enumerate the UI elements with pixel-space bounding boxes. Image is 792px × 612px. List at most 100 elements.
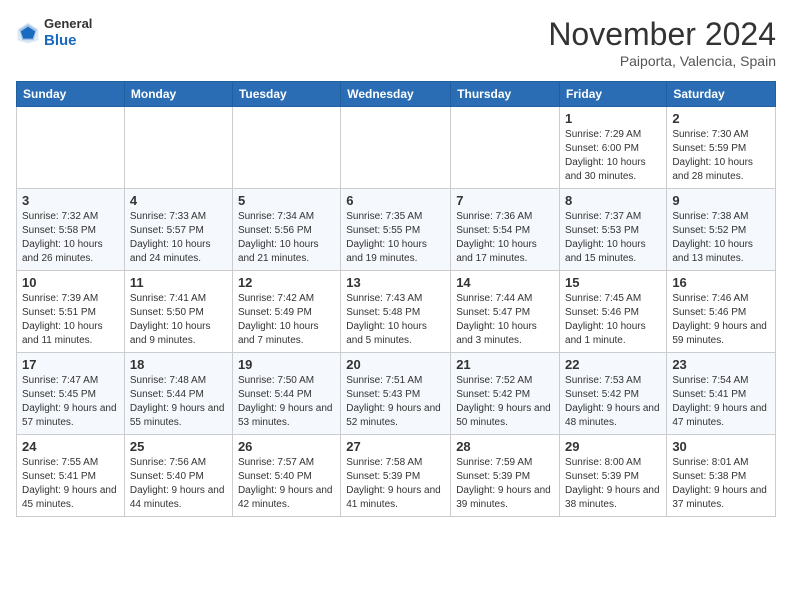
day-info: Sunrise: 7:44 AM Sunset: 5:47 PM Dayligh…	[456, 292, 554, 348]
day-info: Sunrise: 8:00 AM Sunset: 5:39 PM Dayligh…	[565, 456, 661, 512]
day-info: Sunrise: 7:56 AM Sunset: 5:40 PM Dayligh…	[130, 456, 227, 512]
col-header-tuesday: Tuesday	[232, 82, 340, 107]
day-cell: 8 Sunrise: 7:37 AM Sunset: 5:53 PM Daylig…	[560, 189, 667, 271]
day-number: 17	[22, 357, 119, 372]
day-cell: 26Sunrise: 7:57 AM Sunset: 5:40 PM Dayli…	[232, 435, 340, 517]
month-title: November 2024	[548, 16, 776, 53]
day-info: Sunrise: 7:55 AM Sunset: 5:41 PM Dayligh…	[22, 456, 119, 512]
day-number: 10	[22, 275, 119, 290]
day-cell: 23 Sunrise: 7:54 AM Sunset: 5:41 PM Dayli…	[667, 353, 776, 435]
day-info: Sunrise: 7:36 AM Sunset: 5:54 PM Dayligh…	[456, 210, 554, 266]
week-row-0: 1 Sunrise: 7:29 AM Sunset: 6:00 PM Daylig…	[17, 107, 776, 189]
day-number: 28	[456, 439, 554, 454]
day-number: 18	[130, 357, 227, 372]
day-info: Sunrise: 7:45 AM Sunset: 5:46 PM Dayligh…	[565, 292, 661, 348]
day-info: Sunrise: 7:54 AM Sunset: 5:41 PM Dayligh…	[672, 374, 770, 430]
day-number: 8	[565, 193, 661, 208]
day-cell: 7 Sunrise: 7:36 AM Sunset: 5:54 PM Daylig…	[451, 189, 560, 271]
day-number: 21	[456, 357, 554, 372]
title-block: November 2024 Paiporta, Valencia, Spain	[548, 16, 776, 69]
week-row-3: 17 Sunrise: 7:47 AM Sunset: 5:45 PM Dayli…	[17, 353, 776, 435]
header-row: SundayMondayTuesdayWednesdayThursdayFrid…	[17, 82, 776, 107]
col-header-thursday: Thursday	[451, 82, 560, 107]
day-cell: 24 Sunrise: 7:55 AM Sunset: 5:41 PM Dayli…	[17, 435, 125, 517]
day-number: 30	[672, 439, 770, 454]
day-cell: 12 Sunrise: 7:42 AM Sunset: 5:49 PM Dayli…	[232, 271, 340, 353]
page: General Blue November 2024 Paiporta, Val…	[0, 0, 792, 533]
calendar-header: SundayMondayTuesdayWednesdayThursdayFrid…	[17, 82, 776, 107]
week-row-4: 24 Sunrise: 7:55 AM Sunset: 5:41 PM Dayli…	[17, 435, 776, 517]
day-cell: 20 Sunrise: 7:51 AM Sunset: 5:43 PM Dayli…	[341, 353, 451, 435]
logo-blue: Blue	[44, 32, 92, 50]
day-cell: 21 Sunrise: 7:52 AM Sunset: 5:42 PM Dayli…	[451, 353, 560, 435]
location: Paiporta, Valencia, Spain	[548, 53, 776, 69]
day-info: Sunrise: 7:57 AM Sunset: 5:40 PM Dayligh…	[238, 456, 335, 512]
calendar: SundayMondayTuesdayWednesdayThursdayFrid…	[16, 81, 776, 517]
day-number: 7	[456, 193, 554, 208]
day-cell: 1 Sunrise: 7:29 AM Sunset: 6:00 PM Daylig…	[560, 107, 667, 189]
day-cell: 22Sunrise: 7:53 AM Sunset: 5:42 PM Dayli…	[560, 353, 667, 435]
day-cell: 14 Sunrise: 7:44 AM Sunset: 5:47 PM Dayli…	[451, 271, 560, 353]
day-cell: 15 Sunrise: 7:45 AM Sunset: 5:46 PM Dayli…	[560, 271, 667, 353]
day-info: Sunrise: 7:29 AM Sunset: 6:00 PM Dayligh…	[565, 128, 661, 184]
day-cell: 17 Sunrise: 7:47 AM Sunset: 5:45 PM Dayli…	[17, 353, 125, 435]
day-cell: 2 Sunrise: 7:30 AM Sunset: 5:59 PM Daylig…	[667, 107, 776, 189]
day-info: Sunrise: 7:50 AM Sunset: 5:44 PM Dayligh…	[238, 374, 335, 430]
day-info: Sunrise: 7:52 AM Sunset: 5:42 PM Dayligh…	[456, 374, 554, 430]
day-cell: 18Sunrise: 7:48 AM Sunset: 5:44 PM Dayli…	[124, 353, 232, 435]
day-info: Sunrise: 7:42 AM Sunset: 5:49 PM Dayligh…	[238, 292, 335, 348]
day-number: 12	[238, 275, 335, 290]
day-cell: 27Sunrise: 7:58 AM Sunset: 5:39 PM Dayli…	[341, 435, 451, 517]
logo-general: General	[44, 16, 92, 32]
day-cell: 11 Sunrise: 7:41 AM Sunset: 5:50 PM Dayli…	[124, 271, 232, 353]
day-number: 15	[565, 275, 661, 290]
day-cell	[124, 107, 232, 189]
col-header-sunday: Sunday	[17, 82, 125, 107]
day-cell: 5Sunrise: 7:34 AM Sunset: 5:56 PM Daylig…	[232, 189, 340, 271]
day-cell: 9Sunrise: 7:38 AM Sunset: 5:52 PM Daylig…	[667, 189, 776, 271]
day-cell: 30Sunrise: 8:01 AM Sunset: 5:38 PM Dayli…	[667, 435, 776, 517]
day-info: Sunrise: 7:33 AM Sunset: 5:57 PM Dayligh…	[130, 210, 227, 266]
day-number: 11	[130, 275, 227, 290]
col-header-saturday: Saturday	[667, 82, 776, 107]
col-header-wednesday: Wednesday	[341, 82, 451, 107]
day-number: 27	[346, 439, 445, 454]
day-info: Sunrise: 7:37 AM Sunset: 5:53 PM Dayligh…	[565, 210, 661, 266]
day-number: 14	[456, 275, 554, 290]
day-cell: 28Sunrise: 7:59 AM Sunset: 5:39 PM Dayli…	[451, 435, 560, 517]
day-number: 4	[130, 193, 227, 208]
logo-icon	[16, 21, 40, 45]
day-info: Sunrise: 7:51 AM Sunset: 5:43 PM Dayligh…	[346, 374, 445, 430]
day-cell	[341, 107, 451, 189]
day-number: 19	[238, 357, 335, 372]
week-row-2: 10Sunrise: 7:39 AM Sunset: 5:51 PM Dayli…	[17, 271, 776, 353]
logo-text: General Blue	[44, 16, 92, 50]
day-cell	[17, 107, 125, 189]
day-cell: 25Sunrise: 7:56 AM Sunset: 5:40 PM Dayli…	[124, 435, 232, 517]
day-number: 16	[672, 275, 770, 290]
day-cell: 6Sunrise: 7:35 AM Sunset: 5:55 PM Daylig…	[341, 189, 451, 271]
day-number: 20	[346, 357, 445, 372]
day-number: 1	[565, 111, 661, 126]
day-cell: 13Sunrise: 7:43 AM Sunset: 5:48 PM Dayli…	[341, 271, 451, 353]
day-number: 29	[565, 439, 661, 454]
day-cell: 19 Sunrise: 7:50 AM Sunset: 5:44 PM Dayli…	[232, 353, 340, 435]
day-number: 22	[565, 357, 661, 372]
col-header-monday: Monday	[124, 82, 232, 107]
day-cell: 29 Sunrise: 8:00 AM Sunset: 5:39 PM Dayli…	[560, 435, 667, 517]
day-info: Sunrise: 7:35 AM Sunset: 5:55 PM Dayligh…	[346, 210, 445, 266]
day-info: Sunrise: 7:30 AM Sunset: 5:59 PM Dayligh…	[672, 128, 770, 184]
day-number: 5	[238, 193, 335, 208]
day-number: 23	[672, 357, 770, 372]
day-cell: 16Sunrise: 7:46 AM Sunset: 5:46 PM Dayli…	[667, 271, 776, 353]
day-info: Sunrise: 7:38 AM Sunset: 5:52 PM Dayligh…	[672, 210, 770, 266]
day-number: 24	[22, 439, 119, 454]
day-cell: 4 Sunrise: 7:33 AM Sunset: 5:57 PM Daylig…	[124, 189, 232, 271]
day-number: 3	[22, 193, 119, 208]
day-info: Sunrise: 7:47 AM Sunset: 5:45 PM Dayligh…	[22, 374, 119, 430]
calendar-body: 1 Sunrise: 7:29 AM Sunset: 6:00 PM Daylig…	[17, 107, 776, 517]
day-number: 2	[672, 111, 770, 126]
day-cell	[451, 107, 560, 189]
day-info: Sunrise: 7:32 AM Sunset: 5:58 PM Dayligh…	[22, 210, 119, 266]
day-info: Sunrise: 7:41 AM Sunset: 5:50 PM Dayligh…	[130, 292, 227, 348]
